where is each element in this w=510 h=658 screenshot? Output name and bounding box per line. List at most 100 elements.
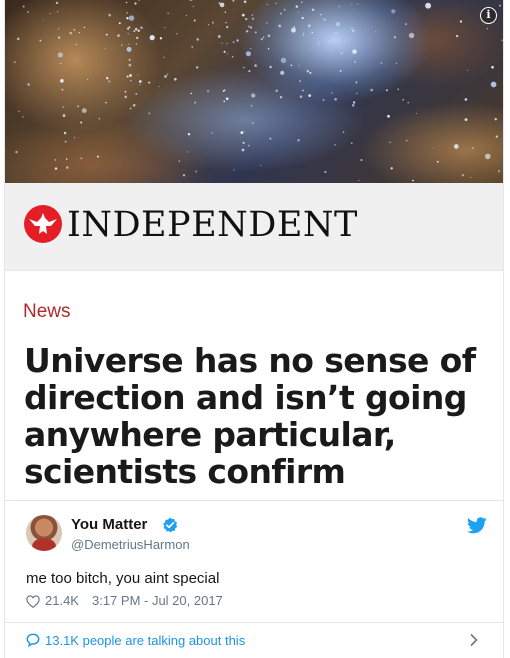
star (128, 63, 132, 67)
star (126, 75, 129, 78)
section-label[interactable]: News (23, 301, 71, 323)
star (260, 165, 262, 167)
timestamp[interactable]: 3:17 PM - Jul 20, 2017 (92, 593, 223, 609)
star (467, 69, 469, 71)
star (390, 167, 393, 170)
star (232, 0, 235, 2)
star (134, 2, 137, 5)
star (26, 11, 29, 13)
star (352, 49, 357, 54)
star (245, 17, 248, 21)
star (307, 24, 311, 28)
star (132, 103, 136, 107)
star (246, 30, 249, 33)
star (357, 3, 359, 5)
article-image[interactable]: i (5, 0, 503, 183)
star (501, 39, 503, 42)
star (105, 33, 108, 36)
star (192, 5, 195, 8)
star (269, 137, 272, 140)
twitter-bird-icon[interactable] (467, 517, 487, 534)
star (356, 92, 358, 94)
star (251, 122, 254, 125)
star (56, 10, 59, 13)
star (278, 24, 282, 28)
display-name[interactable]: You Matter (71, 516, 147, 534)
star (249, 26, 253, 29)
star (266, 3, 268, 6)
like-count[interactable]: 21.4K (45, 593, 79, 609)
star (387, 114, 390, 118)
star (64, 140, 67, 143)
star (494, 118, 497, 121)
star (350, 27, 353, 30)
star (173, 77, 177, 81)
star (148, 81, 151, 84)
talking-count-text[interactable]: 13.1K people are talking about this (45, 633, 245, 649)
tweet-text: me too bitch, you aint special (26, 570, 220, 587)
star (340, 52, 343, 55)
independent-eagle-logo (24, 205, 62, 243)
star (75, 43, 78, 46)
star (338, 5, 340, 8)
star (342, 131, 345, 134)
independent-masthead[interactable]: INDEPENDENT (5, 183, 503, 270)
star (497, 170, 501, 173)
star (459, 20, 463, 23)
star (149, 34, 155, 41)
star (243, 66, 245, 69)
star (302, 34, 304, 36)
star (139, 84, 141, 86)
star (243, 0, 247, 3)
star (370, 88, 373, 92)
talking-about-link[interactable]: 13.1K people are talking about this (5, 623, 503, 658)
star (402, 99, 404, 101)
star (311, 31, 313, 34)
star (250, 104, 253, 107)
star (118, 22, 121, 25)
chevron-right-icon[interactable] (469, 633, 479, 647)
star (240, 131, 244, 135)
info-icon[interactable]: i (480, 7, 497, 24)
star (196, 38, 199, 41)
heart-icon[interactable] (26, 594, 40, 608)
star (13, 61, 16, 64)
star (42, 19, 44, 21)
star (81, 108, 87, 114)
divider (5, 500, 503, 501)
star (295, 5, 299, 8)
star (96, 155, 99, 158)
star (69, 31, 73, 35)
star (77, 105, 80, 108)
star (58, 36, 61, 39)
star (336, 22, 340, 27)
star (49, 13, 51, 15)
star (269, 65, 272, 69)
brand-name: INDEPENDENT (67, 205, 358, 245)
star (223, 89, 226, 92)
star (385, 89, 388, 92)
star (87, 78, 89, 80)
star (306, 70, 309, 73)
star (129, 79, 132, 82)
star (129, 74, 132, 77)
avatar[interactable] (26, 515, 62, 551)
star (334, 97, 337, 101)
star (499, 4, 501, 7)
user-handle[interactable]: @DemetriusHarmon (71, 537, 190, 553)
star (106, 77, 109, 80)
star (247, 144, 250, 147)
star (412, 179, 414, 182)
star (485, 153, 491, 160)
star (283, 8, 286, 11)
star (140, 26, 143, 29)
star (211, 132, 213, 134)
star (322, 98, 325, 101)
star (432, 147, 434, 149)
article-headline[interactable]: Universe has no sense of direction and i… (24, 342, 494, 490)
star (206, 90, 210, 93)
star (490, 81, 497, 88)
star (15, 150, 18, 154)
verified-badge-icon (163, 517, 178, 533)
star (226, 25, 229, 29)
